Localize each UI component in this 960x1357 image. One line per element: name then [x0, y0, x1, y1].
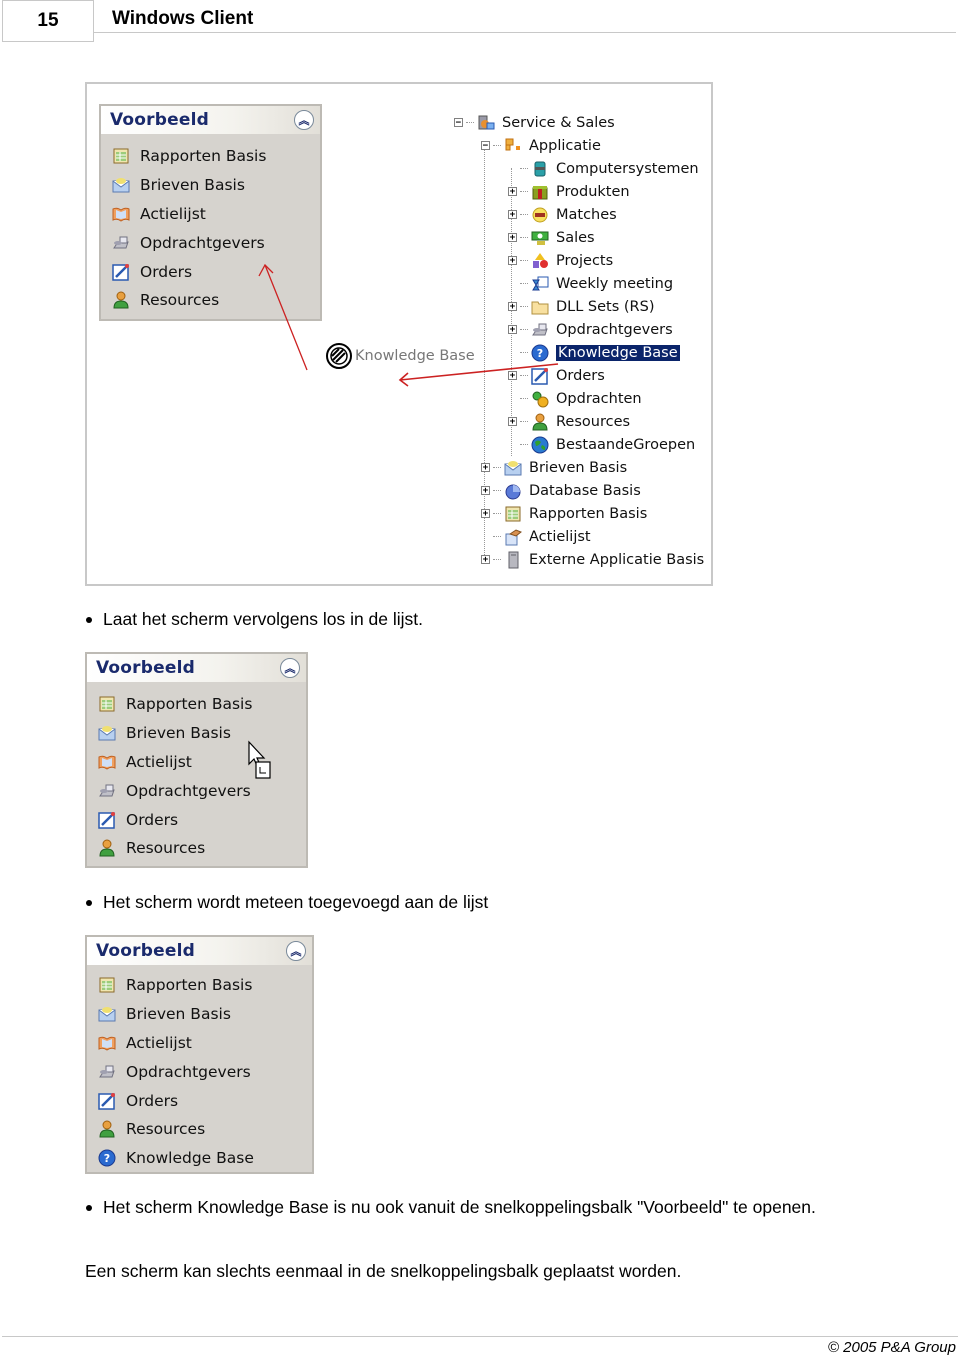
bullet-icon: [86, 1204, 92, 1211]
panel-item-actielijst[interactable]: Actielijst: [97, 1029, 312, 1058]
panel-header[interactable]: Voorbeeld ︽: [87, 654, 306, 682]
panel-item-label: Resources: [126, 1120, 206, 1139]
shortcut-panel-drop: Voorbeeld ︽ Rapporten Basis Brieven Basis…: [85, 652, 308, 868]
panel-item-resources[interactable]: Resources: [97, 1115, 312, 1144]
panel-item-opdrachtgevers[interactable]: Opdrachtgevers: [97, 776, 306, 805]
panel-item-rapporten-basis[interactable]: Rapporten Basis: [97, 971, 312, 1000]
panel-item-orders[interactable]: Orders: [97, 805, 306, 834]
double-chevron-up-icon[interactable]: ︽: [280, 658, 300, 678]
edit-form-icon: [97, 810, 117, 830]
panel-item-label: Brieven Basis: [126, 1005, 231, 1024]
person-icon: [97, 838, 117, 858]
panel-header[interactable]: Voorbeeld ︽: [87, 937, 312, 965]
panel-item-opdrachtgevers[interactable]: Opdrachtgevers: [97, 1057, 312, 1086]
panel-item-label: Resources: [126, 839, 206, 858]
report-icon: [97, 975, 117, 995]
panel-item-label: Rapporten Basis: [126, 976, 253, 995]
panel-title: Voorbeeld: [96, 658, 195, 678]
book-icon: [97, 1033, 117, 1053]
book-icon: [97, 752, 117, 772]
panel-item-label: Actielijst: [126, 752, 192, 771]
bullet-item: Het scherm wordt meteen toegevoegd aan d…: [83, 892, 488, 913]
fax-icon: [97, 1062, 117, 1082]
panel-item-label: Rapporten Basis: [126, 695, 253, 714]
panel-item-label: Brieven Basis: [126, 724, 231, 743]
drag-copy-cursor-icon: [248, 740, 271, 779]
svg-text:?: ?: [104, 1152, 110, 1165]
panel-item-resources[interactable]: Resources: [97, 834, 306, 863]
panel-item-actielijst[interactable]: Actielijst: [97, 748, 306, 777]
bullet-item: Laat het scherm vervolgens los in de lij…: [83, 609, 423, 630]
panel-item-label: Opdrachtgevers: [126, 781, 251, 800]
bullet-text: Laat het scherm vervolgens los in de lij…: [103, 609, 424, 629]
report-icon: [97, 694, 117, 714]
arrow-from-tree: [398, 363, 559, 387]
envelope-icon: [97, 1004, 117, 1024]
footer-copyright: © 2005 P&A Group: [827, 1339, 956, 1356]
panel-item-label: Actielijst: [126, 1033, 192, 1052]
panel-item-rapporten-basis[interactable]: Rapporten Basis: [97, 690, 306, 719]
double-chevron-up-icon[interactable]: ︽: [286, 941, 306, 961]
fax-icon: [97, 781, 117, 801]
panel-item-knowledge-base[interactable]: ? Knowledge Base: [97, 1144, 312, 1173]
help-icon: ?: [97, 1148, 117, 1168]
panel-item-label: Opdrachtgevers: [126, 1062, 251, 1081]
footer-divider: [2, 1336, 958, 1337]
note-text: Een scherm kan slechts eenmaal in de sne…: [85, 1261, 682, 1281]
panel-item-brieven-basis[interactable]: Brieven Basis: [97, 719, 306, 748]
panel-item-brieven-basis[interactable]: Brieven Basis: [97, 1000, 312, 1029]
panel-title: Voorbeeld: [96, 941, 195, 961]
panel-item-label: Orders: [126, 810, 179, 829]
panel-item-label: Orders: [126, 1091, 179, 1110]
annotation-arrows: [258, 263, 559, 387]
bullet-icon: [86, 899, 92, 906]
bullet-text: Het scherm Knowledge Base is nu ook vanu…: [103, 1197, 816, 1217]
envelope-icon: [97, 723, 117, 743]
shortcut-panel-result: Voorbeeld ︽ Rapporten Basis Brieven Basis…: [85, 935, 314, 1174]
bullet-text: Het scherm wordt meteen toegevoegd aan d…: [103, 892, 489, 912]
bullet-item: Het scherm Knowledge Base is nu ook vanu…: [83, 1197, 816, 1218]
panel-item-label: Knowledge Base: [126, 1149, 254, 1168]
arrow-to-panel: [258, 263, 308, 371]
person-icon: [97, 1119, 117, 1139]
edit-form-icon: [97, 1091, 117, 1111]
panel-item-orders[interactable]: Orders: [97, 1086, 312, 1115]
bullet-icon: [86, 616, 92, 623]
